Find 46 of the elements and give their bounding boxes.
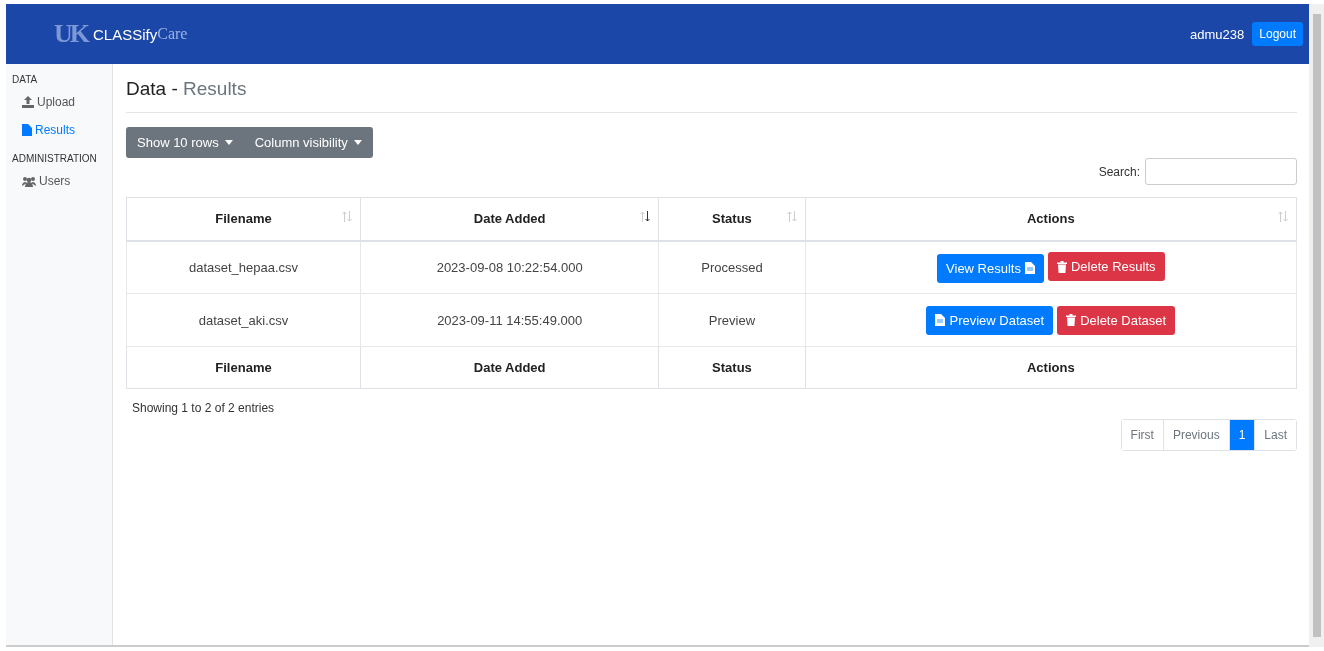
table-cell: Preview	[658, 293, 806, 347]
action-button[interactable]: Delete Dataset	[1057, 305, 1176, 335]
column-header[interactable]: Status	[658, 197, 806, 241]
users-icon	[22, 175, 36, 187]
trash-icon	[1056, 260, 1067, 273]
caret-icon	[353, 140, 362, 145]
sidebar-item[interactable]: Results	[12, 123, 112, 137]
sidebar-item[interactable]: Users	[12, 174, 112, 188]
page-link[interactable]: Last	[1254, 420, 1296, 450]
table-cell: dataset_aki.csv	[126, 293, 361, 347]
sidebar-item[interactable]: Upload	[12, 95, 112, 109]
page-link[interactable]: 1	[1228, 420, 1255, 450]
column-header[interactable]: Date Added	[360, 197, 659, 241]
table-cell: dataset_hepaa.csv	[126, 240, 361, 294]
file-icon	[1024, 262, 1035, 274]
entries-info: Showing 1 to 2 of 2 entries	[132, 401, 276, 415]
logo: UK	[54, 19, 87, 49]
column-header[interactable]: Actions	[805, 197, 1297, 241]
caret-icon	[224, 140, 233, 145]
column-header[interactable]: Filename	[126, 197, 361, 241]
table-cell: 2023-09-11 14:55:49.000	[360, 293, 659, 347]
column-footer: Status	[658, 346, 806, 389]
file-icon	[935, 314, 946, 326]
brand-suffix: Care	[157, 25, 188, 42]
sidebar-heading: ADMINISTRATION	[12, 153, 98, 164]
search-label: Search:	[1098, 164, 1140, 179]
action-button[interactable]: Delete Results	[1047, 252, 1165, 281]
sidebar-heading: DATA	[12, 74, 39, 85]
table-cell: 2023-09-08 10:22:54.000	[360, 240, 659, 294]
dropdown-button[interactable]: Column visibility	[243, 127, 373, 158]
table-cell: Processed	[658, 240, 806, 294]
brand-name: CLASSify	[93, 25, 158, 43]
dropdown-button[interactable]: Show 10 rows	[126, 127, 244, 158]
column-footer: Date Added	[360, 346, 659, 389]
scrollbar[interactable]	[1309, 4, 1324, 647]
action-button[interactable]: Preview Dataset	[926, 305, 1054, 335]
upload-icon	[22, 96, 34, 108]
column-footer: Filename	[126, 346, 361, 389]
file-icon	[22, 124, 32, 136]
logout-button[interactable]: Logout	[1252, 22, 1303, 46]
action-button[interactable]: View Results	[937, 253, 1044, 283]
column-footer: Actions	[805, 346, 1297, 389]
page-title: Data - Results	[126, 78, 1297, 113]
trash-icon	[1066, 314, 1077, 326]
search-field[interactable]	[1145, 158, 1297, 185]
username: admu238	[1190, 26, 1245, 42]
